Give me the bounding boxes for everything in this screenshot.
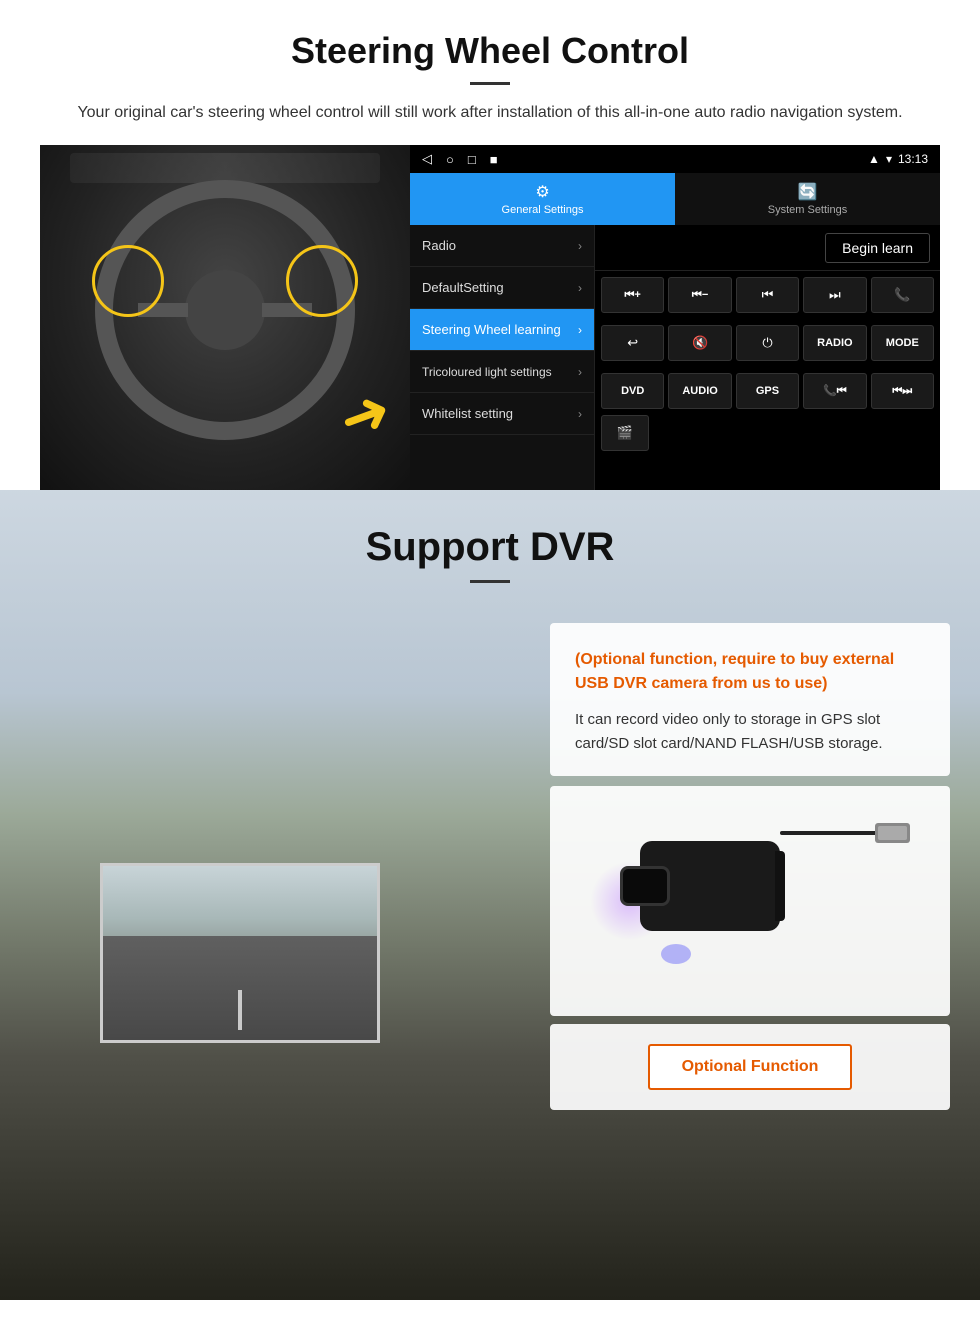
- android-controls: Begin learn ⏮+ ⏮− ⏮ ⏭ 📞 ↩ 🔇 ⏻: [595, 225, 940, 490]
- ctrl-prev-track[interactable]: ⏮: [736, 277, 799, 313]
- menu-radio-label: Radio: [422, 238, 456, 253]
- ctrl-bottom-row: 🎬: [595, 415, 940, 457]
- menu-whitelist-label: Whitelist setting: [422, 406, 513, 421]
- main-title: Steering Wheel Control: [40, 30, 940, 72]
- camera-device: [590, 801, 910, 1001]
- android-tabs: ⚙ General Settings 🔄 System Settings: [410, 173, 940, 225]
- control-buttons-row1: ⏮+ ⏮− ⏮ ⏭ 📞: [595, 271, 940, 319]
- camera-lens: [620, 866, 670, 906]
- menu-item-radio[interactable]: Radio ›: [410, 225, 594, 267]
- ctrl-vol-down[interactable]: ⏮−: [668, 277, 731, 313]
- dvr-left-panel: [0, 603, 520, 1223]
- ctrl-phone-prev[interactable]: 📞⏮: [803, 373, 866, 409]
- ctrl-power[interactable]: ⏻: [736, 325, 799, 361]
- system-icon: 🔄: [798, 182, 818, 202]
- dvr-layout: (Optional function, require to buy exter…: [0, 603, 980, 1223]
- dvr-camera-image: [550, 786, 950, 1016]
- tab-system-settings[interactable]: 🔄 System Settings: [675, 173, 940, 225]
- steering-wheel-section: Steering Wheel Control Your original car…: [0, 0, 980, 490]
- dvr-optional-note: (Optional function, require to buy exter…: [575, 648, 925, 696]
- home-icon[interactable]: ○: [446, 152, 454, 167]
- ctrl-dvd[interactable]: DVD: [601, 373, 664, 409]
- android-content: Radio › DefaultSetting › Steering Wheel …: [410, 225, 940, 490]
- subtitle-text: Your original car's steering wheel contr…: [60, 101, 920, 125]
- section2-content: Support DVR: [0, 490, 980, 583]
- android-status-right: ▲ ▾ 13:13: [868, 152, 928, 166]
- optional-fn-container: Optional Function: [550, 1024, 950, 1110]
- steering-button-right-circle: [286, 245, 358, 317]
- ctrl-radio-btn[interactable]: RADIO: [803, 325, 866, 361]
- steering-demo: ➜ ◁ ○ □ ■ ▲ ▾ 13:13 ⚙: [40, 145, 940, 490]
- steering-button-left-circle: [92, 245, 164, 317]
- android-statusbar: ◁ ○ □ ■ ▲ ▾ 13:13: [410, 145, 940, 173]
- menu-item-default-setting[interactable]: DefaultSetting ›: [410, 267, 594, 309]
- tab-general-label: General Settings: [502, 204, 584, 216]
- menu-steering-label: Steering Wheel learning: [422, 322, 561, 337]
- begin-learn-row: Begin learn: [595, 225, 940, 271]
- back-icon[interactable]: ◁: [422, 151, 432, 167]
- android-left-menu: Radio › DefaultSetting › Steering Wheel …: [410, 225, 595, 490]
- dvr-info-box: (Optional function, require to buy exter…: [550, 623, 950, 776]
- tab-system-label: System Settings: [768, 204, 847, 216]
- wifi-icon: ▾: [886, 152, 892, 166]
- ctrl-extra[interactable]: 🎬: [601, 415, 649, 451]
- ctrl-phone[interactable]: 📞: [871, 277, 934, 313]
- ctrl-mute[interactable]: 🔇: [668, 325, 731, 361]
- ctrl-prev-next[interactable]: ⏮⏭: [871, 373, 934, 409]
- control-buttons-row2: ↩ 🔇 ⏻ RADIO MODE: [595, 319, 940, 367]
- chevron-right-icon: ›: [578, 407, 582, 421]
- steering-photo: ➜: [40, 145, 410, 490]
- camera-lens-inner: [661, 944, 691, 964]
- menu-tricoloured-label: Tricoloured light settings: [422, 365, 552, 379]
- ctrl-next-track[interactable]: ⏭: [803, 277, 866, 313]
- ctrl-mode[interactable]: MODE: [871, 325, 934, 361]
- section2-divider: [470, 580, 510, 583]
- menu-default-label: DefaultSetting: [422, 280, 504, 295]
- begin-learn-button[interactable]: Begin learn: [825, 233, 930, 263]
- usb-plug: [875, 823, 910, 843]
- dvr-right-panel: (Optional function, require to buy exter…: [520, 603, 980, 1223]
- status-time: 13:13: [898, 152, 928, 166]
- dvr-thumbnail-photo: [100, 863, 380, 1043]
- dvr-description: It can record video only to storage in G…: [575, 708, 925, 756]
- ctrl-gps[interactable]: GPS: [736, 373, 799, 409]
- chevron-right-icon: ›: [578, 323, 582, 337]
- chevron-right-icon: ›: [578, 365, 582, 379]
- gear-icon: ⚙: [535, 182, 549, 202]
- signal-icon: ▲: [868, 152, 880, 166]
- recents-icon[interactable]: □: [468, 152, 476, 167]
- control-buttons-row3: DVD AUDIO GPS 📞⏮ ⏮⏭: [595, 367, 940, 415]
- title-divider: [470, 82, 510, 85]
- menu-item-steering-wheel[interactable]: Steering Wheel learning ›: [410, 309, 594, 351]
- chevron-right-icon: ›: [578, 239, 582, 253]
- android-panel: ◁ ○ □ ■ ▲ ▾ 13:13 ⚙ General Settings: [410, 145, 940, 490]
- thumbnail-road-line: [238, 990, 242, 1030]
- dvr-section: Support DVR (Optional function, require …: [0, 490, 980, 1300]
- tab-general-settings[interactable]: ⚙ General Settings: [410, 173, 675, 225]
- menu-icon[interactable]: ■: [490, 152, 498, 167]
- optional-function-button[interactable]: Optional Function: [648, 1044, 853, 1090]
- menu-item-tricoloured[interactable]: Tricoloured light settings ›: [410, 351, 594, 393]
- chevron-right-icon: ›: [578, 281, 582, 295]
- android-nav-icons: ◁ ○ □ ■: [422, 151, 498, 167]
- ctrl-vol-up[interactable]: ⏮+: [601, 277, 664, 313]
- ctrl-back[interactable]: ↩: [601, 325, 664, 361]
- dvr-title: Support DVR: [40, 525, 940, 570]
- ctrl-audio[interactable]: AUDIO: [668, 373, 731, 409]
- menu-item-whitelist[interactable]: Whitelist setting ›: [410, 393, 594, 435]
